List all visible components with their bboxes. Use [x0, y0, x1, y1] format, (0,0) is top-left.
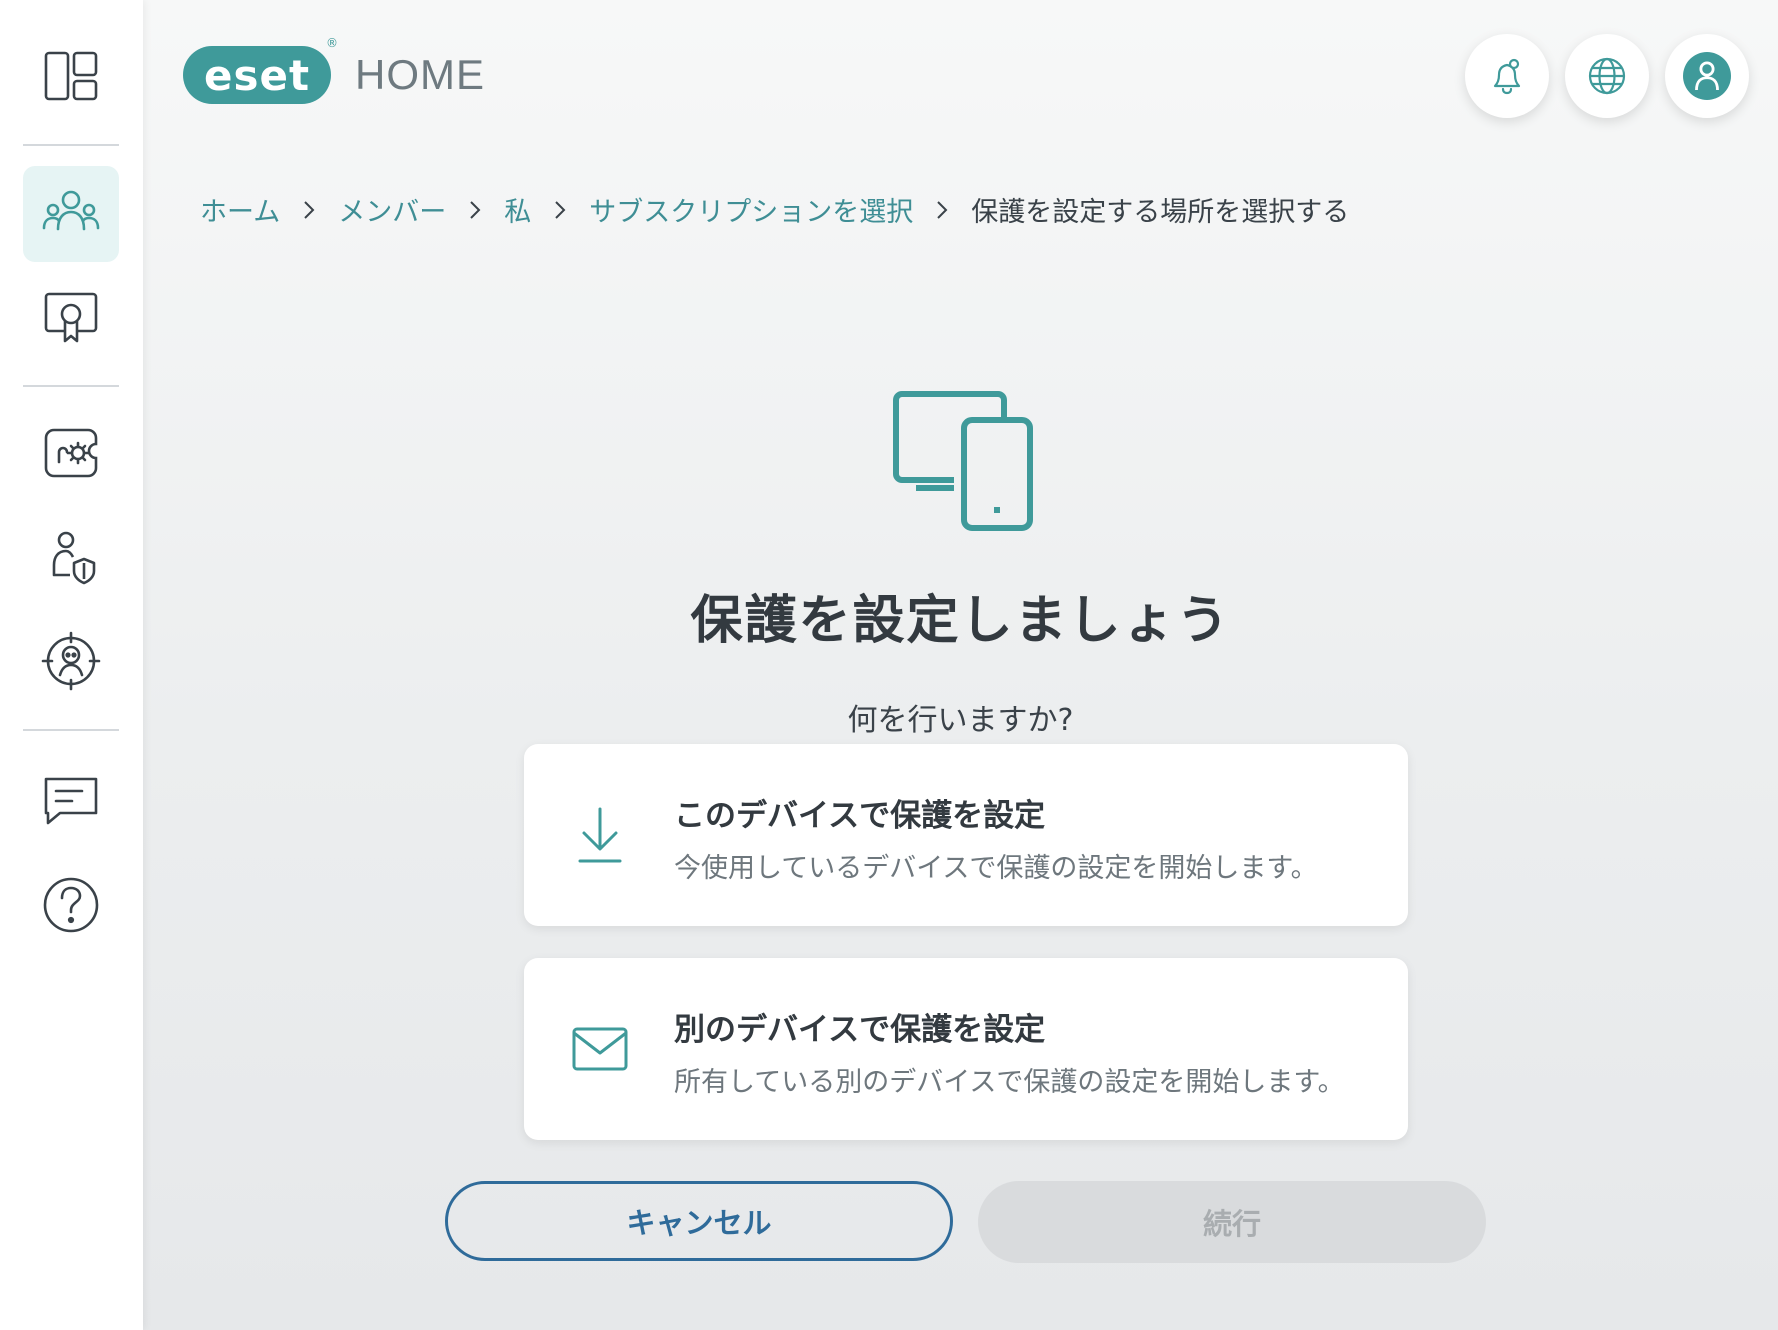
question-text: 何を行いますか? — [847, 703, 1074, 738]
sidebar-item-security[interactable] — [23, 405, 119, 501]
option-title: このデバイスで保護を設定 — [674, 798, 1046, 834]
identity-protection-icon — [41, 631, 101, 691]
cancel-button[interactable]: キャンセル — [445, 1181, 953, 1261]
bell-icon — [1493, 58, 1521, 95]
main-content: eset ® HOME ホーム メンバー 私 サブスクリプションを選択 保護を設… — [143, 0, 1778, 1330]
sidebar-item-feedback[interactable] — [23, 752, 119, 848]
sidebar-divider — [23, 144, 119, 146]
sidebar-item-identity[interactable] — [23, 613, 119, 709]
dashboard-icon — [44, 51, 98, 101]
eset-logo-badge: eset ® — [183, 36, 338, 104]
continue-button[interactable]: 続行 — [978, 1181, 1486, 1263]
logo-registered-mark: ® — [326, 36, 339, 50]
devices-icon — [893, 391, 1033, 531]
sidebar-divider — [23, 385, 119, 387]
sidebar-divider — [23, 729, 119, 731]
notifications-button[interactable] — [1465, 34, 1549, 118]
account-button[interactable] — [1665, 34, 1749, 118]
option-title: 別のデバイスで保護を設定 — [674, 1012, 1046, 1048]
breadcrumb-current: 保護を設定する場所を選択する — [971, 197, 1350, 228]
language-button[interactable] — [1565, 34, 1649, 118]
breadcrumb-members[interactable]: メンバー — [338, 190, 446, 229]
avatar — [1683, 52, 1731, 100]
option-description: 今使用しているデバイスで保護の設定を開始します。 — [674, 853, 1318, 884]
chevron-right-icon — [302, 199, 316, 221]
sidebar-item-user-protection[interactable] — [23, 510, 119, 606]
breadcrumb-home[interactable]: ホーム — [200, 190, 280, 229]
download-icon — [578, 807, 622, 863]
sidebar-item-dashboard[interactable] — [23, 28, 119, 124]
family-members-icon — [42, 190, 100, 231]
page-title: 保護を設定しましょう — [690, 591, 1231, 651]
option-card-this-device[interactable]: このデバイスで保護を設定 今使用しているデバイスで保護の設定を開始します。 — [524, 744, 1408, 926]
option-card-other-device[interactable]: 別のデバイスで保護を設定 所有している別のデバイスで保護の設定を開始します。 — [524, 958, 1408, 1140]
chevron-right-icon — [553, 199, 567, 221]
security-features-icon — [44, 428, 98, 478]
globe-icon — [1588, 57, 1626, 95]
mail-icon — [572, 1027, 628, 1071]
eset-home-logo[interactable]: eset ® HOME — [183, 36, 485, 104]
sidebar — [0, 0, 143, 1330]
sidebar-item-members[interactable] — [23, 166, 119, 262]
sidebar-item-licenses[interactable] — [23, 268, 119, 364]
chevron-right-icon — [468, 199, 482, 221]
logo-brand: eset — [203, 50, 311, 100]
user-shield-icon — [52, 531, 96, 585]
breadcrumb: ホーム メンバー 私 サブスクリプションを選択 保護を設定する場所を選択する — [200, 190, 1349, 229]
help-icon — [43, 877, 99, 933]
logo-product-name: HOME — [355, 51, 485, 98]
license-certificate-icon — [44, 292, 98, 343]
user-icon — [1695, 61, 1719, 91]
breadcrumb-select-subscription[interactable]: サブスクリプションを選択 — [589, 190, 913, 229]
breadcrumb-me[interactable]: 私 — [504, 190, 531, 229]
option-description: 所有している別のデバイスで保護の設定を開始します。 — [674, 1067, 1345, 1098]
sidebar-item-help[interactable] — [23, 857, 119, 953]
chevron-right-icon — [935, 199, 949, 221]
chat-feedback-icon — [44, 777, 98, 825]
